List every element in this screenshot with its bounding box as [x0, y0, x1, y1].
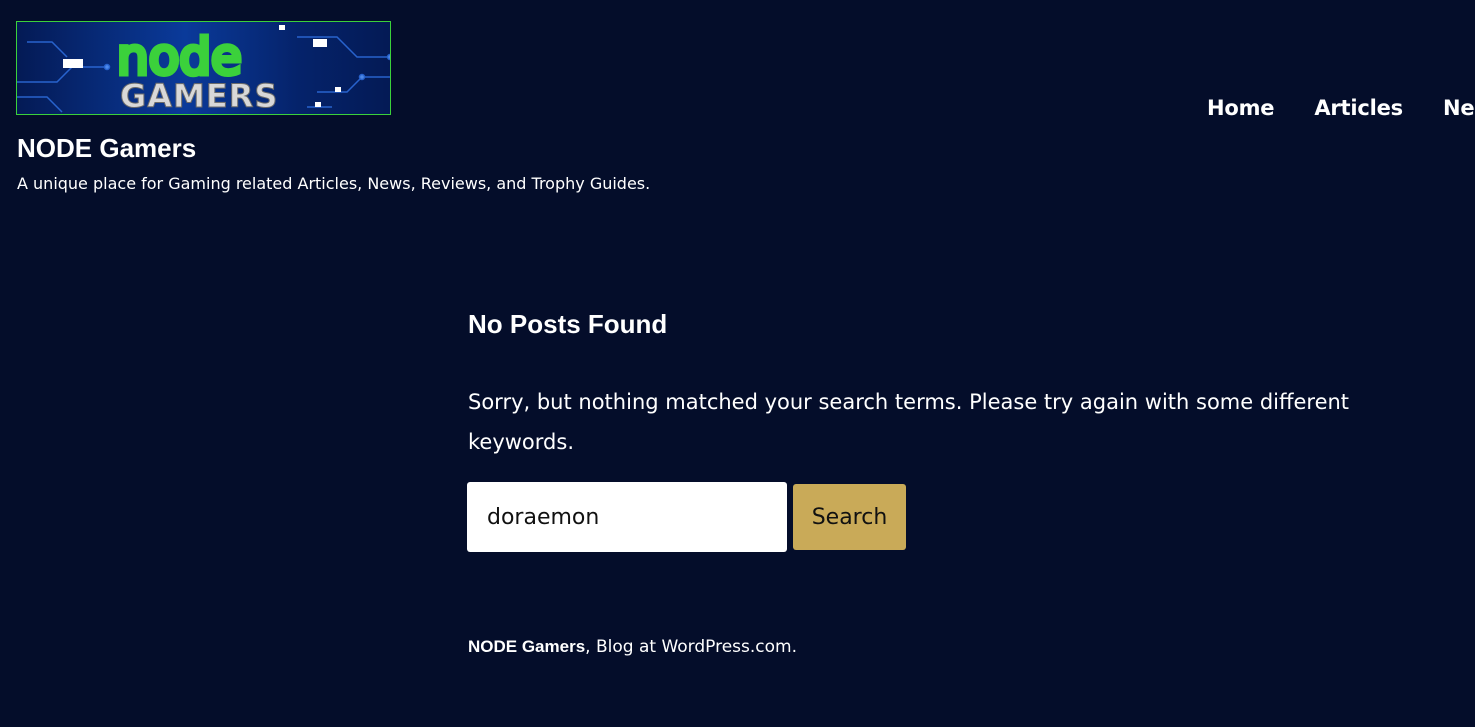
logo-text-gamers: GAMERS	[120, 77, 278, 114]
logo-dot-decoration	[279, 25, 285, 30]
search-input[interactable]	[467, 482, 787, 552]
footer-site-name-link[interactable]: NODE Gamers	[468, 637, 585, 656]
logo-dot-decoration	[335, 87, 341, 92]
search-button[interactable]: Search	[793, 484, 906, 550]
site-tagline: A unique place for Gaming related Articl…	[17, 174, 651, 193]
logo-image: node GAMERS	[17, 25, 390, 114]
footer-separator: ,	[585, 637, 591, 657]
no-results-message: Sorry, but nothing matched your search t…	[468, 390, 1350, 454]
site-logo[interactable]: node GAMERS	[16, 21, 391, 115]
nav-item-home[interactable]: Home	[1207, 96, 1275, 120]
logo-dash-decoration	[313, 39, 327, 47]
nav-item-articles[interactable]: Articles	[1314, 96, 1403, 120]
main-navigation: Home Articles News	[1207, 96, 1475, 120]
nav-item-news[interactable]: News	[1443, 96, 1475, 120]
site-footer: NODE Gamers, Blog at WordPress.com.	[468, 637, 797, 657]
page-title: No Posts Found	[468, 309, 668, 339]
logo-dot-decoration	[315, 102, 321, 107]
site-title[interactable]: NODE Gamers	[17, 133, 196, 164]
footer-period: .	[791, 637, 798, 657]
logo-dash-decoration	[63, 59, 83, 68]
footer-wordpress-link[interactable]: Blog at WordPress.com	[596, 637, 792, 657]
search-form: Search	[467, 482, 906, 552]
